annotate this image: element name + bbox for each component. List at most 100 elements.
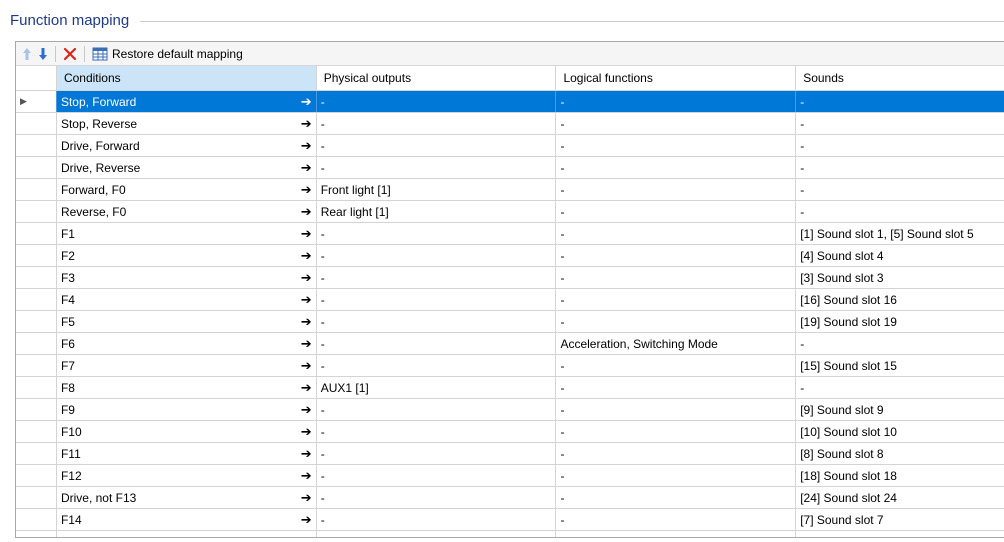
logical-functions-cell[interactable]: -: [556, 399, 797, 420]
row-header[interactable]: [16, 355, 57, 376]
sounds-cell[interactable]: [21] Sound slot 21: [796, 531, 1004, 538]
physical-outputs-cell[interactable]: -: [317, 443, 557, 464]
logical-functions-cell[interactable]: -: [556, 157, 797, 178]
physical-outputs-cell[interactable]: -: [317, 399, 557, 420]
row-header[interactable]: [16, 333, 57, 354]
delete-button[interactable]: [60, 44, 80, 64]
physical-outputs-cell[interactable]: AUX1 [1]: [317, 377, 557, 398]
sounds-cell[interactable]: [15] Sound slot 15: [796, 355, 1004, 376]
physical-outputs-cell[interactable]: -: [317, 91, 557, 112]
table-row[interactable]: Stop, Reverse ➔ - - -: [16, 113, 1004, 135]
row-header[interactable]: [16, 245, 57, 266]
sounds-cell[interactable]: [3] Sound slot 3: [796, 267, 1004, 288]
logical-functions-cell[interactable]: -: [556, 355, 797, 376]
move-up-button[interactable]: [19, 44, 35, 64]
logical-functions-cell[interactable]: -: [556, 531, 797, 537]
sounds-cell[interactable]: [7] Sound slot 7: [796, 509, 1004, 530]
row-header[interactable]: [16, 421, 57, 442]
logical-functions-cell[interactable]: -: [556, 465, 797, 486]
row-header[interactable]: [16, 179, 57, 200]
sounds-cell[interactable]: -: [796, 135, 1004, 156]
condition-cell[interactable]: F6 ➔: [57, 333, 317, 354]
row-header[interactable]: [16, 443, 57, 464]
sounds-cell[interactable]: -: [796, 113, 1004, 134]
logical-functions-cell[interactable]: -: [556, 179, 797, 200]
condition-cell[interactable]: Reverse, F0 ➔: [57, 201, 317, 222]
physical-outputs-cell[interactable]: -: [317, 465, 557, 486]
condition-cell[interactable]: Drive, Forward ➔: [57, 135, 317, 156]
condition-cell[interactable]: F2 ➔: [57, 245, 317, 266]
physical-outputs-cell[interactable]: Rear light [1]: [317, 201, 557, 222]
table-row[interactable]: F8 ➔ AUX1 [1] - -: [16, 377, 1004, 399]
condition-cell[interactable]: Drive, not F13 ➔: [57, 487, 317, 508]
table-row[interactable]: ▶ Stop, Forward ➔ - - -: [16, 91, 1004, 113]
table-row[interactable]: F9 ➔ - - [9] Sound slot 9: [16, 399, 1004, 421]
condition-cell[interactable]: F15 ➔: [57, 531, 317, 537]
table-row[interactable]: F3 ➔ - - [3] Sound slot 3: [16, 267, 1004, 289]
condition-cell[interactable]: F4 ➔: [57, 289, 317, 310]
row-header[interactable]: [16, 487, 57, 508]
row-header[interactable]: ▶: [16, 91, 57, 112]
table-row[interactable]: Reverse, F0 ➔ Rear light [1] - -: [16, 201, 1004, 223]
sounds-cell[interactable]: -: [796, 157, 1004, 178]
logical-functions-cell[interactable]: -: [556, 487, 797, 508]
row-header[interactable]: [16, 201, 57, 222]
row-header[interactable]: [16, 377, 57, 398]
physical-outputs-cell[interactable]: -: [317, 487, 557, 508]
physical-outputs-cell[interactable]: -: [317, 421, 557, 442]
condition-cell[interactable]: F9 ➔: [57, 399, 317, 420]
row-header[interactable]: [16, 157, 57, 178]
logical-functions-cell[interactable]: -: [556, 377, 797, 398]
table-row[interactable]: F11 ➔ - - [8] Sound slot 8: [16, 443, 1004, 465]
logical-functions-cell[interactable]: -: [556, 289, 797, 310]
condition-cell[interactable]: F5 ➔: [57, 311, 317, 332]
physical-outputs-cell[interactable]: -: [317, 333, 557, 354]
condition-cell[interactable]: F12 ➔: [57, 465, 317, 486]
column-header-logical-functions[interactable]: Logical functions: [556, 66, 797, 90]
sounds-cell[interactable]: -: [796, 377, 1004, 398]
condition-cell[interactable]: F11 ➔: [57, 443, 317, 464]
condition-cell[interactable]: Drive, Reverse ➔: [57, 157, 317, 178]
table-row[interactable]: F12 ➔ - - [18] Sound slot 18: [16, 465, 1004, 487]
row-header[interactable]: [16, 509, 57, 530]
row-header[interactable]: [16, 113, 57, 134]
row-header[interactable]: [16, 223, 57, 244]
condition-cell[interactable]: F3 ➔: [57, 267, 317, 288]
logical-functions-cell[interactable]: -: [556, 311, 797, 332]
logical-functions-cell[interactable]: -: [556, 91, 797, 112]
table-row[interactable]: Drive, Forward ➔ - - -: [16, 135, 1004, 157]
condition-cell[interactable]: Forward, F0 ➔: [57, 179, 317, 200]
physical-outputs-cell[interactable]: -: [317, 509, 557, 530]
table-row[interactable]: F15 ➔ - - [21] Sound slot 21: [16, 531, 1004, 538]
logical-functions-cell[interactable]: -: [556, 113, 797, 134]
condition-cell[interactable]: F10 ➔: [57, 421, 317, 442]
physical-outputs-cell[interactable]: -: [317, 267, 557, 288]
table-row[interactable]: F10 ➔ - - [10] Sound slot 10: [16, 421, 1004, 443]
row-header[interactable]: [16, 289, 57, 310]
sounds-cell[interactable]: -: [796, 179, 1004, 200]
sounds-cell[interactable]: [10] Sound slot 10: [796, 421, 1004, 442]
restore-default-mapping-button[interactable]: Restore default mapping: [89, 44, 246, 64]
sounds-cell[interactable]: [8] Sound slot 8: [796, 443, 1004, 464]
row-header[interactable]: [16, 311, 57, 332]
physical-outputs-cell[interactable]: -: [317, 223, 557, 244]
logical-functions-cell[interactable]: -: [556, 201, 797, 222]
physical-outputs-cell[interactable]: -: [317, 531, 557, 537]
row-header[interactable]: [16, 399, 57, 420]
logical-functions-cell[interactable]: -: [556, 135, 797, 156]
column-header-sounds[interactable]: Sounds: [796, 66, 1004, 90]
logical-functions-cell[interactable]: -: [556, 223, 797, 244]
column-header-conditions[interactable]: Conditions: [56, 66, 317, 90]
sounds-cell[interactable]: [1] Sound slot 1, [5] Sound slot 5: [796, 223, 1004, 244]
row-header[interactable]: [16, 531, 57, 537]
condition-cell[interactable]: Stop, Forward ➔: [57, 91, 317, 112]
logical-functions-cell[interactable]: -: [556, 443, 797, 464]
logical-functions-cell[interactable]: -: [556, 421, 797, 442]
sounds-cell[interactable]: [18] Sound slot 18: [796, 465, 1004, 486]
row-header[interactable]: [16, 135, 57, 156]
table-row[interactable]: Forward, F0 ➔ Front light [1] - -: [16, 179, 1004, 201]
physical-outputs-cell[interactable]: -: [317, 289, 557, 310]
table-row[interactable]: F7 ➔ - - [15] Sound slot 15: [16, 355, 1004, 377]
table-row[interactable]: F2 ➔ - - [4] Sound slot 4: [16, 245, 1004, 267]
condition-cell[interactable]: F7 ➔: [57, 355, 317, 376]
